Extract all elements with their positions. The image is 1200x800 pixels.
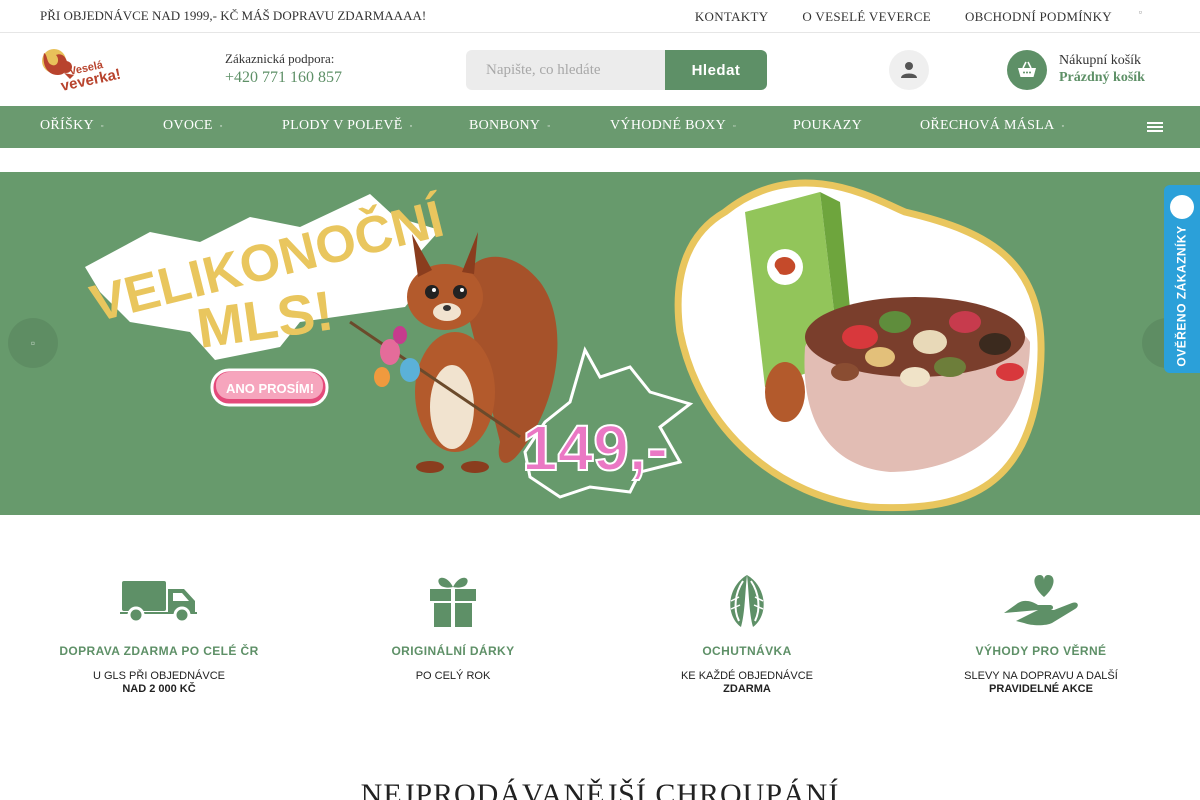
feature-loyalty: VÝHODY PRO VĚRNÉ SLEVY NA DOPRAVU A DALŠ… — [921, 570, 1161, 695]
user-icon — [901, 62, 917, 78]
feature-subtitle: PO CELÝ ROK — [415, 670, 491, 682]
search-bar: Hledat — [466, 50, 767, 90]
link-o-vesele-veverce[interactable]: O VESELÉ VEVERCE — [802, 9, 931, 25]
easter-banner-art: VELIKONOČNÍ MLS! ANO PROSÍM! 149,- — [85, 179, 1045, 512]
nav-item-plody-v-poleve[interactable]: PLODY V POLEVĚ ▫ — [282, 118, 412, 134]
verified-badge-text: OVĚŘENO ZÁKAZNÍKY — [1175, 225, 1189, 367]
search-input[interactable] — [466, 50, 665, 90]
support-label: Zákaznická podpora: — [225, 51, 335, 66]
link-kontakty[interactable]: KONTAKTY — [695, 9, 769, 25]
basket-icon — [1018, 61, 1036, 77]
link-obchodni-podminky[interactable]: OBCHODNÍ PODMÍNKY — [965, 9, 1112, 25]
nav-item-vyhodne-boxy[interactable]: VÝHODNÉ BOXY ▫ — [610, 118, 736, 134]
more-menu-icon[interactable]: ▫ — [1139, 7, 1142, 17]
cart-button[interactable] — [1007, 50, 1047, 90]
heart-hand-icon — [1004, 575, 1078, 626]
nav-item-orisky[interactable]: OŘÍŠKY ▫ — [40, 118, 104, 134]
search-button[interactable]: Hledat — [665, 50, 767, 90]
feature-tasting: OCHUTNÁVKA KE KAŽDÉ OBJEDNÁVCE ZDARMA — [627, 570, 867, 695]
feature-subtitle-bold: ZDARMA — [723, 683, 771, 695]
feature-subtitle: SLEVY NA DOPRAVU A DALŠÍ — [964, 670, 1118, 682]
section-title-bestsellers: NEJPRODÁVANĚJŠÍ CHROUPÁNÍ — [360, 778, 840, 800]
nav-item-ovoce[interactable]: OVOCE ▫ — [163, 118, 223, 134]
header: Veselá veverka! Zákaznická podpora: +420… — [0, 33, 1200, 106]
hero-banner[interactable]: VELIKONOČNÍ MLS! ANO PROSÍM! 149,- ▫ — [0, 172, 1200, 515]
nav-item-bonbony[interactable]: BONBONY ▫ — [469, 118, 550, 134]
nav-item-poukazy[interactable]: POUKAZY — [793, 118, 862, 134]
feature-subtitle: U GLS PŘI OBJEDNÁVCE — [92, 670, 226, 682]
carousel-prev-button[interactable]: ▫ — [8, 318, 58, 368]
top-bar: PŘI OBJEDNÁVCE NAD 1999,- KČ MÁŠ DOPRAVU… — [0, 0, 1200, 33]
feature-title: DOPRAVA ZDARMA PO CELÉ ČR — [59, 644, 259, 658]
cart-title: Nákupní košík — [1059, 53, 1142, 68]
account-button[interactable] — [889, 50, 929, 90]
feature-title: ORIGINÁLNÍ DÁRKY — [391, 644, 515, 658]
feature-subtitle-bold: NAD 2 000 KČ — [122, 683, 196, 695]
nav-item-orechova-masla[interactable]: OŘECHOVÁ MÁSLA ▫ — [920, 118, 1064, 134]
cta-pill: ANO PROSÍM! — [226, 381, 314, 396]
truck-icon — [120, 581, 197, 623]
squirrel-logo-icon: Veselá veverka! — [42, 49, 122, 95]
free-shipping-promo: PŘI OBJEDNÁVCE NAD 1999,- KČ MÁŠ DOPRAVU… — [40, 8, 427, 23]
chevron-down-icon: ▫ — [732, 121, 736, 130]
feature-original-gifts: ORIGINÁLNÍ DÁRKY PO CELÝ ROK — [333, 570, 573, 682]
logo[interactable]: Veselá veverka! — [40, 45, 122, 95]
price-tag: 149,- — [522, 412, 668, 484]
cart-summary[interactable]: Nákupní košík Prázdný košík — [1059, 53, 1145, 86]
feature-free-shipping: DOPRAVA ZDARMA PO CELÉ ČR U GLS PŘI OBJE… — [39, 570, 279, 695]
support-phone[interactable]: +420 771 160 857 — [225, 69, 342, 87]
verified-by-customers-badge[interactable]: OVĚŘENO ZÁKAZNÍKY — [1164, 185, 1200, 373]
heureka-seal-icon — [1170, 195, 1194, 219]
almond-icon — [730, 575, 764, 627]
chevron-down-icon: ▫ — [409, 121, 413, 130]
chevron-down-icon: ▫ — [1061, 121, 1065, 130]
chevron-left-icon: ▫ — [30, 335, 36, 350]
cart-status: Prázdný košík — [1059, 70, 1145, 85]
hamburger-menu-icon[interactable] — [1147, 122, 1163, 132]
feature-title: OCHUTNÁVKA — [702, 644, 792, 658]
chevron-down-icon: ▫ — [547, 121, 551, 130]
chevron-down-icon: ▫ — [100, 121, 104, 130]
feature-subtitle: KE KAŽDÉ OBJEDNÁVCE — [680, 670, 814, 682]
gift-icon — [430, 577, 476, 627]
customer-support: Zákaznická podpora: +420 771 160 857 — [225, 51, 342, 87]
top-links: KONTAKTY O VESELÉ VEVERCE OBCHODNÍ PODMÍ… — [695, 9, 1112, 25]
feature-subtitle-bold: PRAVIDELNÉ AKCE — [989, 683, 1093, 695]
main-nav: OŘÍŠKY ▫ OVOCE ▫ PLODY V POLEVĚ ▫ BONBONY ▫ … — [0, 106, 1200, 148]
feature-title: VÝHODY PRO VĚRNÉ — [975, 644, 1107, 658]
chevron-down-icon: ▫ — [219, 121, 223, 130]
